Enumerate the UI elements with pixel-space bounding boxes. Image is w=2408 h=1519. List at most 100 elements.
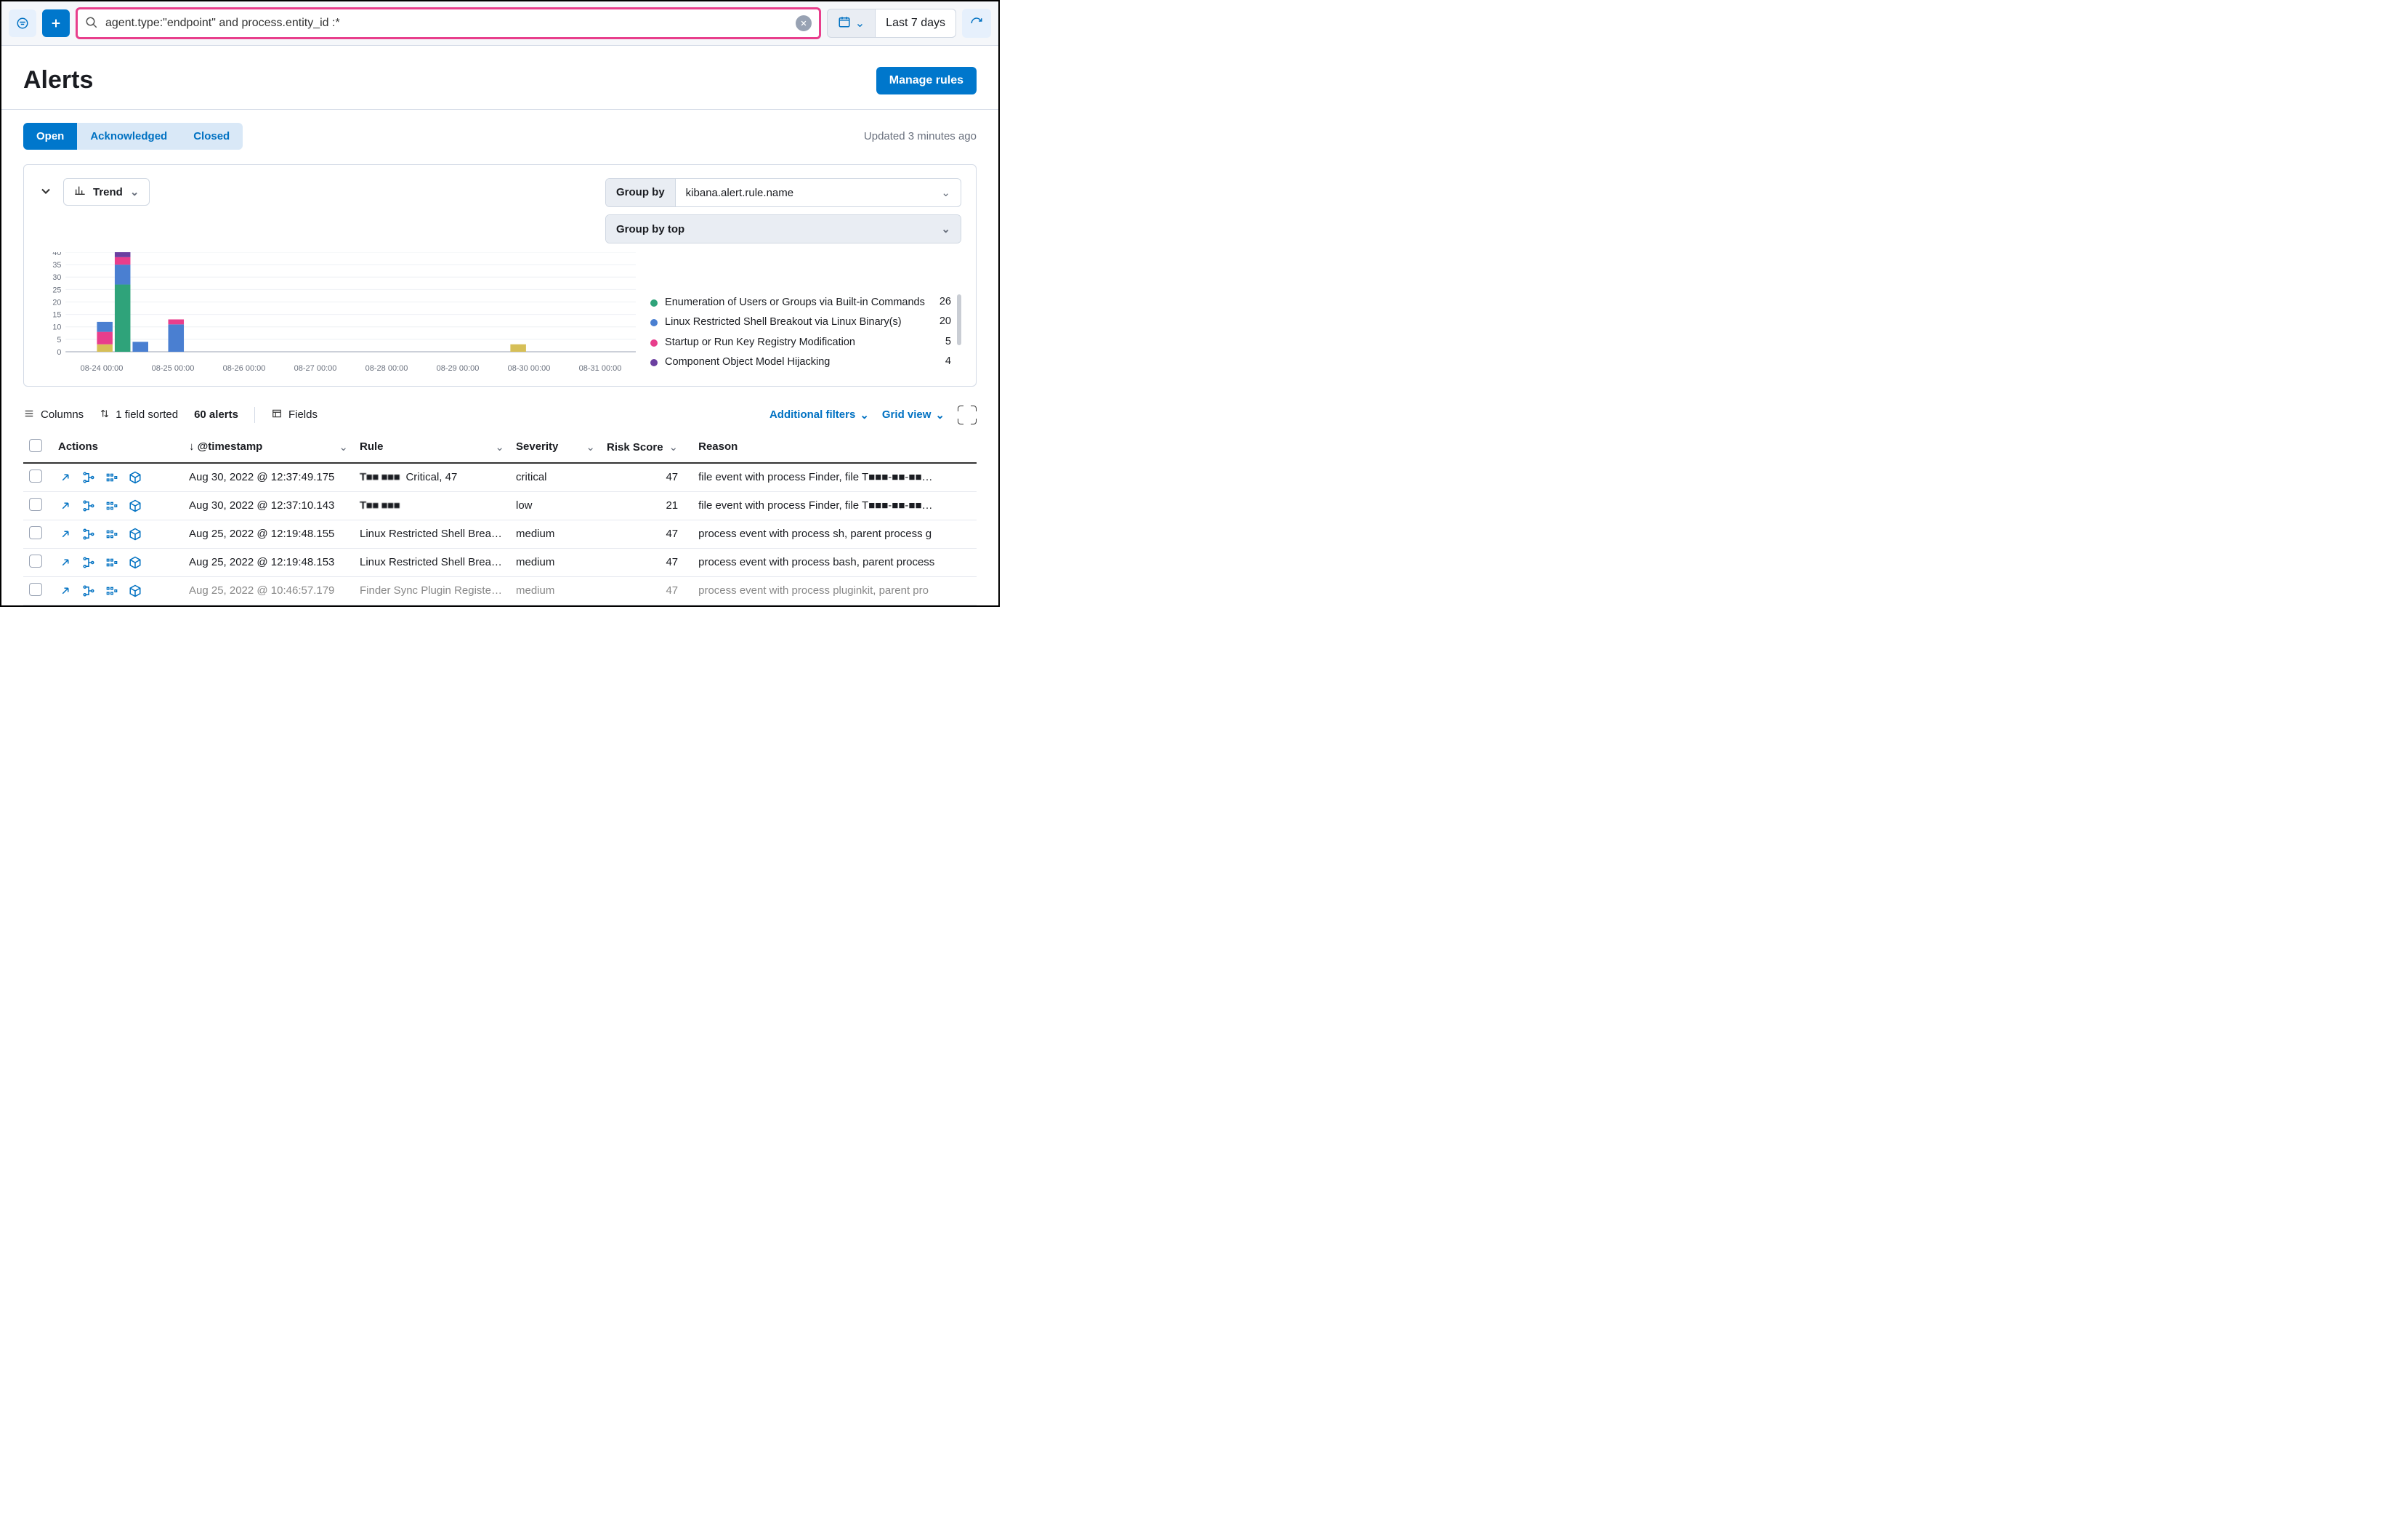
cell-rule[interactable]: T■■ ■■■ [354,491,510,520]
row-checkbox[interactable] [29,583,42,596]
columns-icon [23,408,35,422]
svg-text:20: 20 [52,298,61,307]
fields-icon [271,408,283,422]
tab-closed[interactable]: Closed [180,123,243,150]
cell-severity: critical [510,463,601,492]
date-picker: ⌄ Last 7 days [827,9,956,38]
chevron-down-icon: ⌄ [941,222,950,235]
cell-reason: file event with process Finder, file T■■… [692,491,977,520]
svg-text:25: 25 [52,286,61,294]
refresh-button[interactable] [962,9,991,38]
group-by-top-selector[interactable]: Group by top ⌄ [605,214,961,243]
legend-label: Linux Restricted Shell Breakout via Linu… [665,315,925,330]
row-checkbox[interactable] [29,526,42,539]
legend-count: 26 [932,296,951,307]
table-toolbar: Columns 1 field sorted 60 alerts Fields … [23,403,977,432]
analyzer-icon[interactable] [81,499,96,513]
query-input[interactable] [105,17,788,30]
legend-label: Component Object Model Hijacking [665,355,931,370]
tab-acknowledged[interactable]: Acknowledged [77,123,180,150]
analyzer-icon[interactable] [81,584,96,598]
cube-icon[interactable] [128,555,142,570]
divider [254,407,255,423]
cell-reason: process event with process bash, parent … [692,548,977,576]
chart-canvas: 0510152025303540 [39,252,636,359]
col-reason[interactable]: Reason [692,432,977,463]
grid-view-button[interactable]: Grid view ⌄ [882,408,945,422]
cell-rule[interactable]: Finder Sync Plugin Register… [354,576,510,605]
cell-timestamp: Aug 30, 2022 @ 12:37:49.175 [183,463,354,492]
chevron-down-icon: ⌄ [935,408,945,422]
status-tabs: Open Acknowledged Closed [23,123,243,150]
legend-item[interactable]: Enumeration of Users or Groups via Built… [650,293,951,313]
cube-icon[interactable] [128,584,142,598]
legend-count: 5 [938,336,951,347]
fields-label: Fields [288,408,318,421]
cell-rule[interactable]: Linux Restricted Shell Brea… [354,520,510,548]
cell-reason: process event with process sh, parent pr… [692,520,977,548]
col-rule[interactable]: Rule⌄ [354,432,510,463]
manage-rules-button[interactable]: Manage rules [876,67,977,94]
legend-dot-icon [650,339,658,347]
svg-text:10: 10 [52,323,61,332]
analyzer-icon[interactable] [81,555,96,570]
trend-selector[interactable]: Trend ⌄ [63,178,150,206]
clear-query-button[interactable] [796,15,812,31]
row-checkbox[interactable] [29,555,42,568]
alerts-table: Actions ↓ @timestamp⌄ Rule⌄ Severity⌄ Ri… [23,432,977,605]
sort-button[interactable]: 1 field sorted [100,408,178,422]
filter-icon [16,17,29,30]
table-row: Aug 30, 2022 @ 12:37:10.143T■■ ■■■low21f… [23,491,977,520]
group-by-label: Group by [606,179,676,206]
tab-open[interactable]: Open [23,123,77,150]
svg-text:15: 15 [52,311,61,320]
group-by-value: kibana.alert.rule.name [686,187,793,199]
additional-filters-button[interactable]: Additional filters ⌄ [769,408,869,422]
svg-text:0: 0 [57,348,61,357]
col-timestamp[interactable]: ↓ @timestamp⌄ [183,432,354,463]
group-by-selector[interactable]: Group by kibana.alert.rule.name ⌄ [605,178,961,207]
expand-icon[interactable] [58,499,73,513]
col-severity[interactable]: Severity⌄ [510,432,601,463]
legend-item[interactable]: Linux Restricted Shell Breakout via Linu… [650,313,951,333]
legend-item[interactable]: Startup or Run Key Registry Modification… [650,333,951,353]
session-icon[interactable] [105,527,119,541]
session-icon[interactable] [105,584,119,598]
sort-icon [100,408,110,422]
cell-timestamp: Aug 25, 2022 @ 12:19:48.153 [183,548,354,576]
select-all-checkbox[interactable] [29,439,42,452]
page-title: Alerts [23,66,93,94]
trend-chart: 0510152025303540 08-24 00:0008-25 00:000… [39,252,636,373]
session-icon[interactable] [105,555,119,570]
fields-button[interactable]: Fields [271,408,318,422]
expand-icon[interactable] [58,584,73,598]
session-icon[interactable] [105,470,119,485]
cube-icon[interactable] [128,499,142,513]
expand-icon[interactable] [58,527,73,541]
cell-rule[interactable]: Linux Restricted Shell Brea… [354,548,510,576]
date-range-button[interactable]: Last 7 days [876,9,956,38]
filter-toggle-button[interactable] [9,9,36,37]
columns-button[interactable]: Columns [23,408,84,422]
cell-rule[interactable]: T■■ ■■■ Critical, 47 [354,463,510,492]
cell-risk: 21 [601,491,692,520]
date-quick-button[interactable]: ⌄ [827,9,876,38]
add-filter-button[interactable] [42,9,70,37]
row-checkbox[interactable] [29,470,42,483]
legend-dot-icon [650,319,658,326]
fullscreen-button[interactable] [958,406,977,424]
col-risk[interactable]: Risk Score⌄ [601,432,692,463]
legend-scrollbar[interactable] [957,294,961,345]
expand-icon[interactable] [58,470,73,485]
sort-label: 1 field sorted [116,408,178,421]
legend-item[interactable]: Component Object Model Hijacking4 [650,352,951,373]
table-row: Aug 25, 2022 @ 12:19:48.153Linux Restric… [23,548,977,576]
analyzer-icon[interactable] [81,527,96,541]
analyzer-icon[interactable] [81,470,96,485]
session-icon[interactable] [105,499,119,513]
panel-collapse-toggle[interactable] [39,184,53,201]
cube-icon[interactable] [128,470,142,485]
row-checkbox[interactable] [29,498,42,511]
expand-icon[interactable] [58,555,73,570]
cube-icon[interactable] [128,527,142,541]
